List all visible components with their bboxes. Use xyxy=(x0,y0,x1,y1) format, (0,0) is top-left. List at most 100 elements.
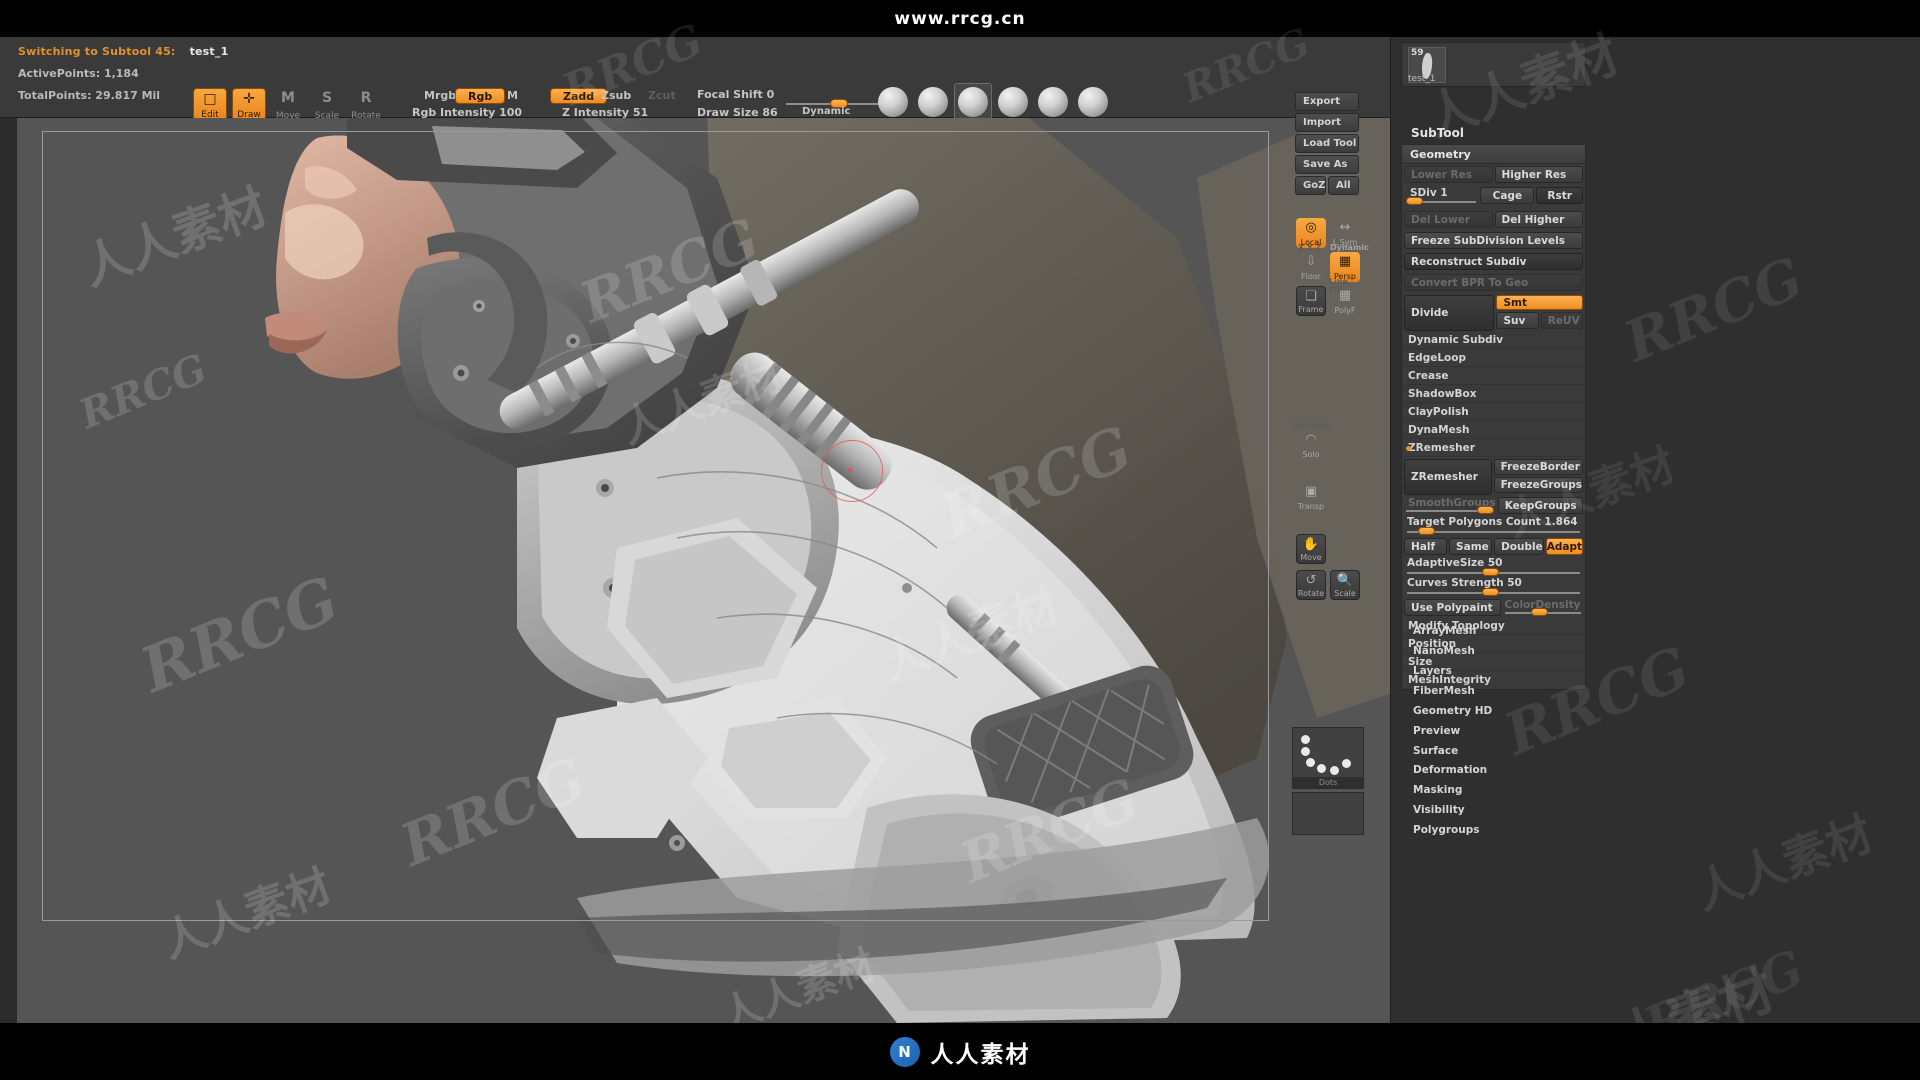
section-preview[interactable]: Preview xyxy=(1401,721,1586,740)
freeze-subdivision-button[interactable]: Freeze SubDivision Levels xyxy=(1404,232,1583,249)
focal-shift-slider[interactable] xyxy=(786,99,889,108)
subtool-section-header[interactable]: SubTool xyxy=(1411,126,1464,140)
convert-bpr-button[interactable]: Convert BPR To Geo xyxy=(1404,274,1583,291)
section-layers[interactable]: Layers xyxy=(1401,661,1586,680)
lower-res-button[interactable]: Lower Res xyxy=(1404,166,1493,183)
zremesher-button[interactable]: ZRemesher xyxy=(1404,459,1492,495)
section-nanomesh[interactable]: NanoMesh xyxy=(1401,641,1586,660)
brush-insertmesh[interactable]: InsertMe xyxy=(1035,84,1071,129)
zsub-button[interactable]: Zsub xyxy=(598,88,634,104)
draw-button[interactable]: ✛ Draw xyxy=(232,88,266,122)
divide-button[interactable]: Divide xyxy=(1404,295,1495,331)
freeze-row: Freeze SubDivision Levels xyxy=(1402,230,1585,251)
stroke-preview-panel[interactable]: Dots xyxy=(1292,727,1364,789)
smt-button[interactable]: Smt xyxy=(1496,295,1583,310)
gizmo-move-button[interactable]: ✋ Move xyxy=(1296,534,1326,564)
section-surface[interactable]: Surface xyxy=(1401,741,1586,760)
smoothgroups-slider-wrap[interactable]: SmoothGroups xyxy=(1404,497,1496,514)
brand-logo-letter: N xyxy=(898,1042,911,1061)
edgeloop-row[interactable]: EdgeLoop xyxy=(1402,349,1585,367)
document-frame xyxy=(42,131,1269,921)
brush-pinch[interactable]: Pinch xyxy=(1075,84,1111,129)
colordensity-slider-wrap[interactable]: ColorDensity xyxy=(1503,599,1583,616)
gizmo-rotate-button[interactable]: ↺ Rotate xyxy=(1296,570,1326,600)
section-geometry-hd[interactable]: Geometry HD xyxy=(1401,701,1586,720)
shadowbox-row[interactable]: ShadowBox xyxy=(1402,385,1585,403)
save-as-button[interactable]: Save As xyxy=(1295,155,1359,174)
brush-standard[interactable]: Standard xyxy=(875,84,911,129)
dynamic-subdiv-row[interactable]: Dynamic Subdiv xyxy=(1402,331,1585,349)
alpha-preview-panel[interactable] xyxy=(1292,792,1364,835)
rgb-button[interactable]: Rgb xyxy=(455,88,506,104)
edit-button[interactable]: □ Edit xyxy=(193,88,227,122)
adaptive-size-slider[interactable]: AdaptiveSize 50 xyxy=(1402,557,1585,577)
brush-sphere-icon xyxy=(1038,87,1068,117)
rotate-button[interactable]: R Rotate xyxy=(349,88,383,122)
adapt-button[interactable]: Adapt xyxy=(1545,538,1584,555)
move-button-label: Move xyxy=(275,111,301,121)
gizmo-rotate-label: Rotate xyxy=(1297,589,1325,598)
frame-button[interactable]: ❏ Frame xyxy=(1296,286,1326,316)
local-button[interactable]: ◎ Local xyxy=(1296,218,1326,248)
sdiv-slider-wrap[interactable]: SDiv 1 xyxy=(1404,187,1478,207)
scale-button-label: Scale xyxy=(314,111,340,121)
curves-strength-slider[interactable]: Curves Strength 50 xyxy=(1402,577,1585,597)
current-tool-thumb-box[interactable]: 59 test_1 xyxy=(1401,42,1586,87)
higher-res-button[interactable]: Higher Res xyxy=(1494,166,1583,183)
all-button[interactable]: All xyxy=(1328,176,1359,195)
half-button[interactable]: Half xyxy=(1404,538,1448,555)
transp-button[interactable]: ▣ Transp xyxy=(1296,482,1326,512)
reuv-button[interactable]: ReUV xyxy=(1540,312,1583,329)
section-masking[interactable]: Masking xyxy=(1401,780,1586,799)
suv-button[interactable]: Suv xyxy=(1496,312,1539,329)
section-polygroups[interactable]: Polygroups xyxy=(1401,820,1586,839)
freezegroups-button[interactable]: FreezeGroups xyxy=(1493,477,1583,493)
polyf-button[interactable]: Line Fill ▦ PolyF xyxy=(1329,277,1360,316)
move-button[interactable]: M Move xyxy=(271,88,305,122)
double-button[interactable]: Double xyxy=(1494,538,1544,555)
edit-button-label: Edit xyxy=(201,110,219,120)
floor-icon: ⇩ xyxy=(1305,254,1317,269)
zremesher-header-row[interactable]: ZRemesher xyxy=(1402,439,1585,457)
target-polygons-slider[interactable]: Target Polygons Count 1.864 xyxy=(1402,516,1585,536)
del-higher-button[interactable]: Del Higher xyxy=(1494,211,1583,228)
goz-button[interactable]: GoZ xyxy=(1295,176,1326,195)
rstr-button[interactable]: Rstr xyxy=(1536,187,1583,204)
view-icon-group: ◎ Local ↔ L.Sym X Y Z ⇩ Floor Dynamic ▦ … xyxy=(1296,218,1369,316)
import-button[interactable]: Import xyxy=(1295,113,1359,132)
lsym-button[interactable]: ↔ L.Sym xyxy=(1330,218,1360,248)
dynamesh-row[interactable]: DynaMesh xyxy=(1402,421,1585,439)
solo-button[interactable]: Dynamic ◠ Solo xyxy=(1294,421,1333,460)
claypolish-row[interactable]: ClayPolish xyxy=(1402,403,1585,421)
freezeborder-button[interactable]: FreezeBorder xyxy=(1493,459,1583,475)
brush-move[interactable]: Move xyxy=(954,83,992,129)
geometry-title[interactable]: Geometry xyxy=(1402,145,1585,164)
brush-claybuildup[interactable]: ClayBuildup xyxy=(909,84,957,129)
crease-row[interactable]: Crease xyxy=(1402,367,1585,385)
zcut-button[interactable]: Zcut xyxy=(645,88,679,104)
scale-button[interactable]: S Scale xyxy=(310,88,344,122)
draw-button-label: Draw xyxy=(237,110,261,120)
section-arraymesh[interactable]: ArrayMesh xyxy=(1401,621,1586,640)
del-lower-button[interactable]: Del Lower xyxy=(1404,211,1493,228)
site-banner: www.rrcg.cn xyxy=(0,0,1920,37)
load-tool-button[interactable]: Load Tool xyxy=(1295,134,1359,153)
keepgroups-button[interactable]: KeepGroups xyxy=(1497,497,1583,514)
floor-button[interactable]: X Y Z ⇩ Floor xyxy=(1296,243,1326,282)
section-deformation[interactable]: Deformation xyxy=(1401,760,1586,779)
use-polypaint-button[interactable]: Use Polypaint xyxy=(1404,599,1501,616)
m-button[interactable]: M xyxy=(503,88,522,104)
export-button[interactable]: Export xyxy=(1295,92,1359,111)
frame-label: Frame xyxy=(1298,305,1324,314)
gizmo-scale-button[interactable]: 🔍 Scale xyxy=(1330,570,1360,600)
brush-sphere-icon xyxy=(878,87,908,117)
lsym-icon: ↔ xyxy=(1339,220,1351,235)
section-visibility[interactable]: Visibility xyxy=(1401,800,1586,819)
brush-sphere-icon xyxy=(958,87,988,117)
brush-hpolish[interactable]: hPolish xyxy=(995,84,1031,129)
same-button[interactable]: Same xyxy=(1449,538,1493,555)
cage-button[interactable]: Cage xyxy=(1480,187,1535,204)
persp-button[interactable]: Dynamic ▦ Persp xyxy=(1330,243,1369,282)
section-fibermesh[interactable]: FiberMesh xyxy=(1401,681,1586,700)
reconstruct-subdiv-button[interactable]: Reconstruct Subdiv xyxy=(1404,253,1583,270)
